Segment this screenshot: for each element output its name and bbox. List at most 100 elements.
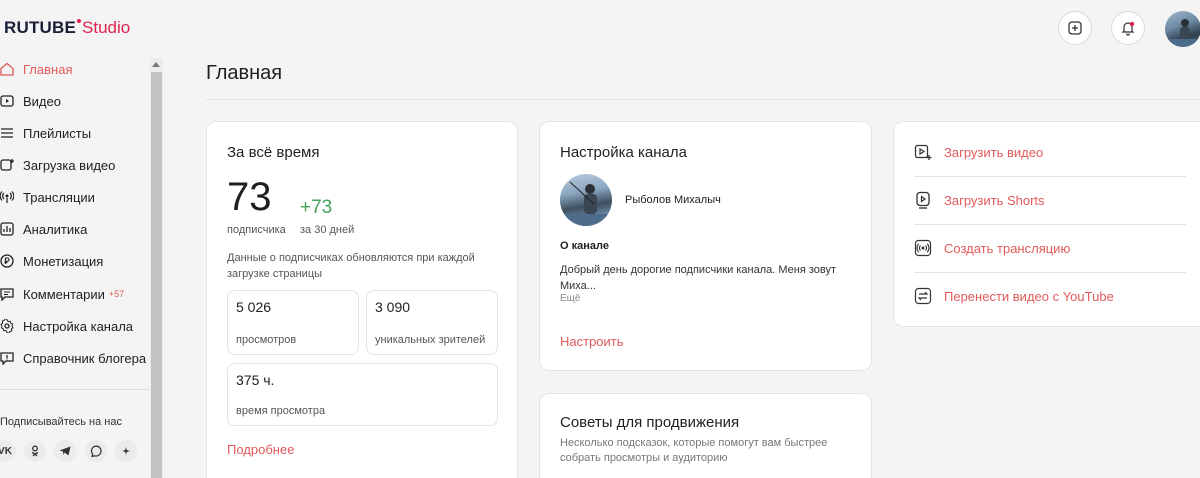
sidebar-item-label: Монетизация (23, 253, 104, 269)
quick-actions-card: Загрузить видео Загрузить Shorts Создать… (893, 121, 1200, 327)
subscribers-update-note: Данные о подписчиках обновляются при каж… (227, 252, 475, 280)
dzen-icon[interactable] (115, 440, 137, 462)
sidebar-item-broadcasts[interactable]: Трансляции (0, 186, 95, 208)
sidebar-item-label: Трансляции (23, 189, 95, 205)
help-icon (0, 352, 14, 365)
home-icon (0, 62, 14, 76)
transfer-icon (914, 287, 932, 305)
sidebar-item-label: Главная (23, 61, 73, 77)
scrollbar-thumb[interactable] (151, 72, 162, 478)
sidebar-item-label: Загрузка видео (23, 157, 116, 173)
sidebar: Главная Видео Плейлисты Загрузка видео Т… (0, 58, 150, 478)
channel-settings-card: Настройка канала Рыболов Михалыч О канал… (539, 121, 872, 371)
channel-avatar[interactable] (560, 174, 612, 226)
sidebar-item-label: Плейлисты (23, 125, 92, 141)
sidebar-item-analytics[interactable]: Аналитика (0, 218, 87, 240)
about-heading: О канале (560, 240, 609, 252)
all-time-stats-card: За всё время 73 +73 подписчика за 30 дне… (206, 121, 518, 478)
sidebar-item-label: Справочник блогера (23, 350, 147, 366)
views-value: 5 026 (236, 299, 272, 315)
logo-studio-text: Studio (82, 18, 131, 37)
user-avatar[interactable] (1165, 11, 1200, 47)
about-more-link[interactable]: Ещё (560, 293, 580, 304)
more-details-link[interactable]: Подробнее (227, 442, 294, 457)
channel-avatar-photo (560, 181, 612, 226)
unique-viewers-label: уникальных зрителей (375, 334, 486, 346)
sidebar-item-label: Видео (23, 93, 61, 109)
analytics-icon (0, 222, 14, 236)
vk-label: VK (0, 445, 12, 457)
promotion-tips-card: Советы для продвижения Несколько подсказ… (539, 393, 872, 478)
upload-video-label: Загрузить видео (944, 144, 1044, 160)
comments-icon (0, 288, 14, 301)
sidebar-scrollbar[interactable] (150, 58, 163, 478)
delta-period-label: за 30 дней (300, 224, 355, 236)
watch-time-label: время просмотра (236, 405, 326, 417)
plus-square-icon (1068, 21, 1082, 35)
create-broadcast-action[interactable]: Создать трансляцию (914, 224, 1186, 272)
setup-channel-link[interactable]: Настроить (560, 334, 624, 349)
sidebar-item-playlists[interactable]: Плейлисты (0, 122, 91, 144)
unique-viewers-stat: 3 090 уникальных зрителей (366, 290, 498, 355)
add-content-button[interactable] (1058, 11, 1092, 45)
telegram-glyph (59, 446, 71, 456)
sidebar-item-label: Настройка канала (23, 318, 134, 334)
watch-time-value: 375 ч. (236, 372, 275, 388)
unique-viewers-value: 3 090 (375, 299, 411, 315)
transfer-youtube-label: Перенести видео с YouTube (944, 288, 1114, 304)
gear-icon (0, 319, 14, 333)
bell-icon (1121, 21, 1135, 36)
subscribers-count: 73 (227, 175, 272, 219)
watch-time-stat: 375 ч. время просмотра (227, 363, 498, 426)
odnoklassniki-glyph (31, 445, 39, 457)
comments-count-badge: +57 (108, 289, 125, 299)
stats-card-title: За всё время (227, 144, 320, 161)
about-text: Добрый день дорогие подписчики канала. М… (560, 264, 837, 292)
tips-card-title: Советы для продвижения (560, 414, 740, 431)
sidebar-item-channel-settings[interactable]: Настройка канала (0, 315, 133, 337)
sidebar-item-video[interactable]: Видео (0, 90, 61, 112)
sidebar-item-label: Аналитика (23, 221, 88, 237)
channel-name: Рыболов Михалыч (625, 194, 721, 206)
logo-main-text: RUTUBE (4, 18, 77, 37)
sidebar-item-monetization[interactable]: Монетизация (0, 250, 103, 272)
telegram-icon[interactable] (54, 440, 76, 462)
notifications-button[interactable] (1111, 11, 1145, 45)
monetization-icon (0, 254, 14, 268)
upload-shorts-label: Загрузить Shorts (944, 192, 1045, 208)
rutube-studio-logo[interactable]: RUTUBE Studio (4, 18, 130, 38)
avatar-photo (1165, 19, 1200, 47)
viber-icon[interactable] (85, 440, 107, 462)
page-title: Главная (206, 62, 283, 84)
broadcast-icon (914, 239, 932, 257)
video-icon (0, 95, 14, 107)
sidebar-item-home[interactable]: Главная (0, 58, 72, 80)
follow-us-label: Подписывайтесь на нас (0, 416, 122, 428)
viber-glyph (90, 445, 102, 457)
views-stat: 5 026 просмотров (227, 290, 359, 355)
sidebar-item-upload[interactable]: Загрузка видео (0, 154, 115, 176)
ok-icon[interactable] (24, 440, 46, 462)
create-broadcast-label: Создать трансляцию (944, 240, 1071, 256)
views-label: просмотров (236, 334, 297, 346)
title-divider (206, 99, 1200, 100)
sidebar-divider (0, 389, 150, 390)
subscribers-label: подписчика (227, 224, 286, 236)
upload-video-action[interactable]: Загрузить видео (914, 128, 1186, 176)
sidebar-item-label: Комментарии (23, 286, 105, 302)
transfer-youtube-action[interactable]: Перенести видео с YouTube (914, 272, 1186, 320)
subscribers-delta: +73 (300, 197, 333, 218)
upload-shorts-action[interactable]: Загрузить Shorts (914, 176, 1186, 224)
channel-card-title: Настройка канала (560, 144, 687, 161)
upload-icon (0, 159, 14, 171)
upload-video-icon (914, 144, 932, 160)
tips-subtitle: Несколько подсказок, которые помогут вам… (560, 437, 828, 464)
shorts-icon (916, 191, 930, 209)
broadcast-icon (0, 191, 14, 203)
sidebar-item-comments[interactable]: Комментарии +57 (0, 283, 124, 305)
scroll-up-arrow-icon[interactable] (152, 62, 160, 67)
list-icon (1, 128, 13, 138)
logo-dot (77, 19, 82, 23)
sidebar-item-help[interactable]: Справочник блогера (0, 347, 146, 369)
top-bar: RUTUBE Studio (0, 0, 1200, 58)
